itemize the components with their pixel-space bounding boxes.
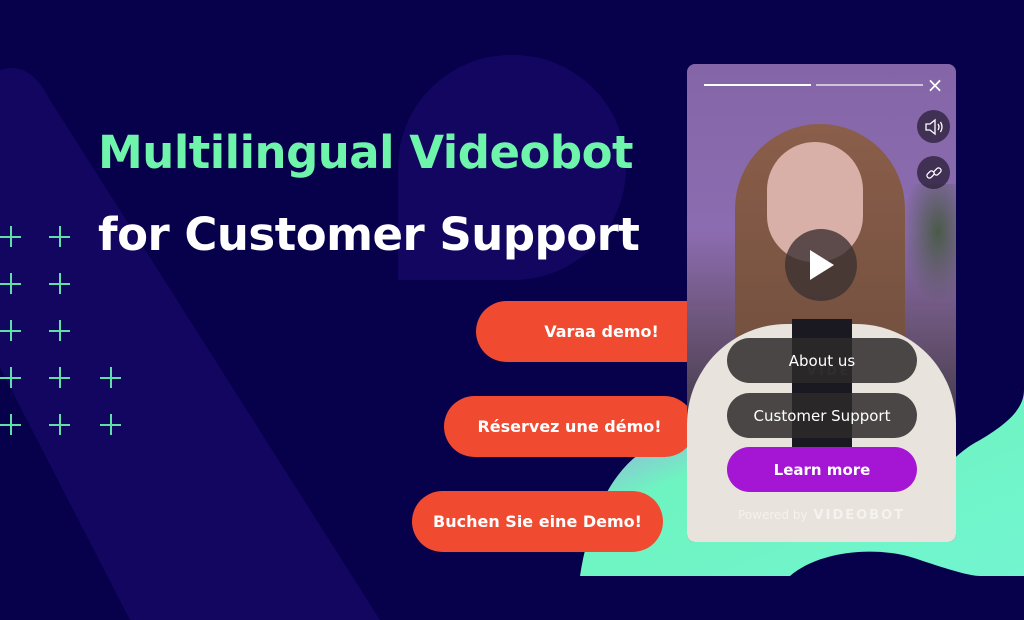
cta-button-german[interactable]: Buchen Sie eine Demo! xyxy=(412,491,663,552)
copy-link-button[interactable] xyxy=(917,156,950,189)
learn-more-button[interactable]: Learn more xyxy=(727,447,917,492)
progress-segment-2 xyxy=(816,84,923,86)
play-button[interactable] xyxy=(785,229,857,301)
plus-icon xyxy=(0,367,21,388)
plus-icon xyxy=(49,320,70,341)
plus-icon xyxy=(0,273,21,294)
plus-icon xyxy=(0,320,21,341)
plus-icon xyxy=(100,414,121,435)
headline-line-1: Multilingual Videobot xyxy=(98,126,634,179)
plus-icon xyxy=(0,226,21,247)
videobot-player[interactable]: × VIDEOBOT About us Customer Support Lea… xyxy=(687,64,956,542)
close-icon[interactable]: × xyxy=(925,75,945,95)
plus-icon xyxy=(49,414,70,435)
sound-button[interactable] xyxy=(917,110,950,143)
progress-segment-1 xyxy=(704,84,811,86)
speaker-icon xyxy=(924,118,943,135)
option-customer-support[interactable]: Customer Support xyxy=(727,393,917,438)
plus-icon xyxy=(49,226,70,247)
plus-icon xyxy=(100,367,121,388)
headline-line-2: for Customer Support xyxy=(98,208,640,261)
powered-by-label: Powered by xyxy=(737,508,808,522)
cta-button-french[interactable]: Réservez une démo! xyxy=(444,396,695,457)
video-background-plant xyxy=(902,184,956,304)
powered-by-footer[interactable]: Powered by VIDEOBOT xyxy=(687,508,956,523)
play-icon xyxy=(810,250,834,280)
plus-icon xyxy=(49,367,70,388)
option-about-us[interactable]: About us xyxy=(727,338,917,383)
videobot-brand-logo: VIDEOBOT xyxy=(813,508,905,523)
plus-icon xyxy=(49,273,70,294)
link-icon xyxy=(925,166,942,179)
plus-icon xyxy=(0,414,21,435)
